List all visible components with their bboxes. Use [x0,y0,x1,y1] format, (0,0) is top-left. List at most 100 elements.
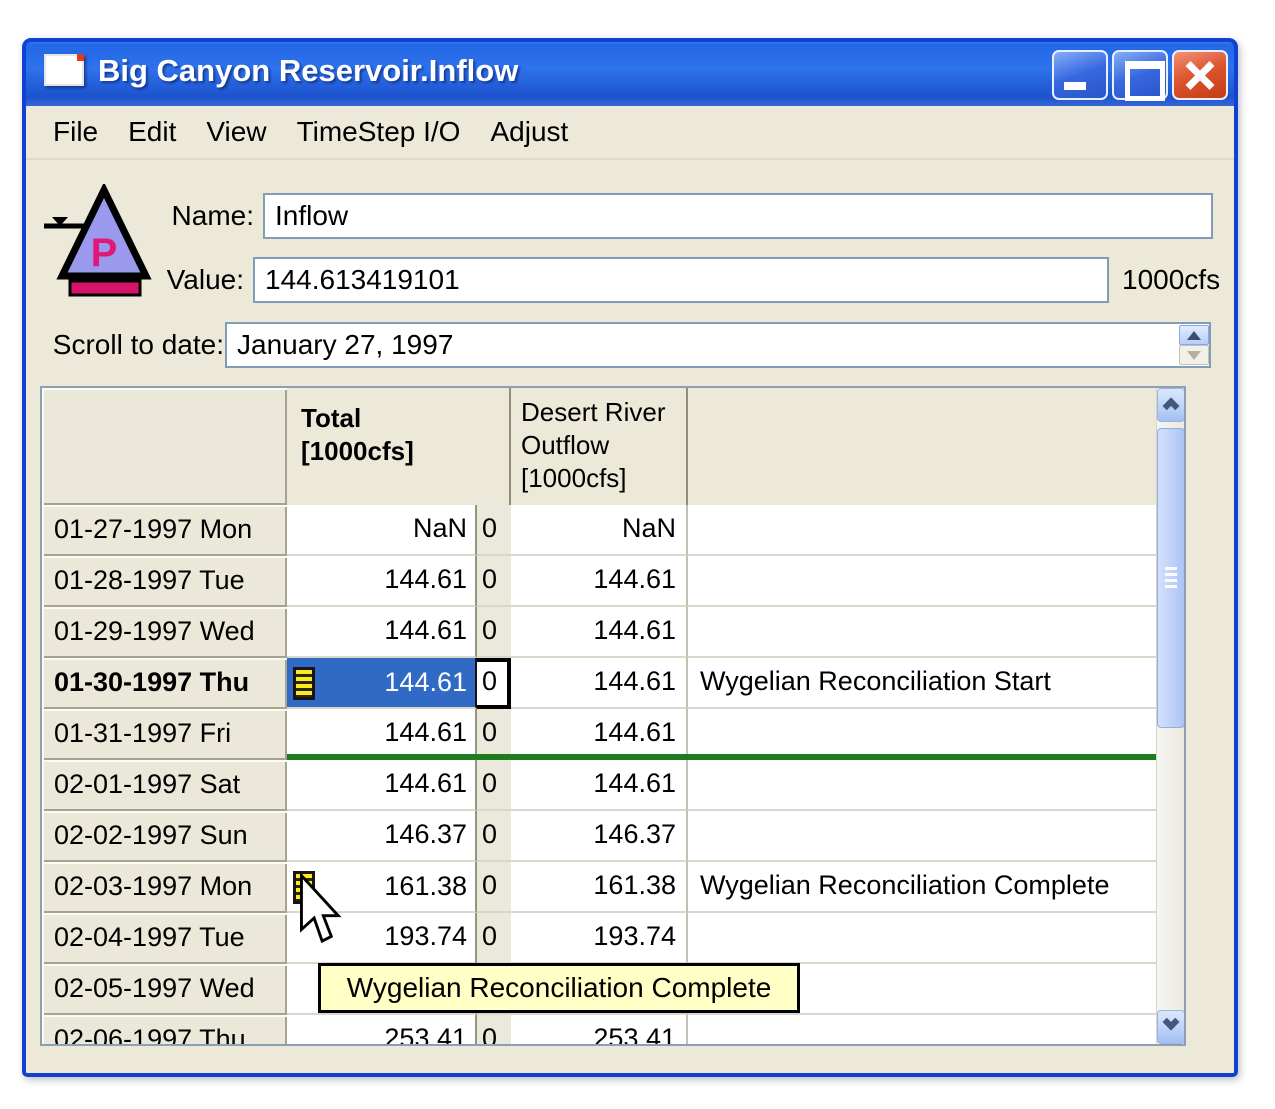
scrollbar-grip [1165,567,1177,591]
outflow-value-cell[interactable]: 253.41 [511,1015,688,1046]
table-row: 01-31-1997 Fri 144.610 144.61 [42,709,1156,760]
total-value-cell[interactable]: 146.37 [287,811,477,862]
outflow-value-cell[interactable]: 193.74 [511,913,688,964]
flag-cell[interactable]: 0 [477,556,511,607]
flag-cell[interactable]: 0 [477,607,511,658]
note-cell[interactable]: Wygelian Reconciliation Complete [688,862,1156,913]
note-cell[interactable] [688,505,1156,556]
outflow-value-cell[interactable]: 144.61 [511,607,688,658]
outflow-value-cell[interactable]: NaN [511,505,688,556]
note-icon[interactable] [293,667,315,700]
window-icon [44,54,84,86]
outflow-value-cell[interactable]: 144.61 [511,709,688,760]
scrollbar-up-button[interactable] [1157,388,1185,422]
flag-cell[interactable]: 0 [477,760,511,811]
table-row: 02-04-1997 Tue 193.740 193.74 [42,913,1156,964]
name-label: Name: [118,193,254,239]
total-value-cell[interactable]: 144.61 [287,760,477,811]
outflow-value-cell[interactable]: 146.37 [511,811,688,862]
row-date-cell[interactable]: 02-04-1997 Tue [42,913,287,964]
mouse-cursor-icon [298,874,344,946]
table-row-selected: 01-30-1997 Thu 144.61 0 144.61 Wygelian … [42,658,1156,709]
total-value-cell[interactable]: 144.61 [287,556,477,607]
flag-cell[interactable]: 0 [477,862,511,913]
window-title: Big Canyon Reservoir.Inflow [98,53,518,89]
total-value-cell[interactable]: 144.61 [287,607,477,658]
total-column-header[interactable]: Total [1000cfs] [287,388,511,505]
note-cell[interactable] [688,760,1156,811]
note-cell[interactable] [688,607,1156,658]
table-row: 02-06-1997 Thu 253.410 253.41 [42,1015,1156,1046]
table-row: 02-02-1997 Sun 146.370 146.37 [42,811,1156,862]
vertical-scrollbar[interactable] [1156,388,1184,1044]
notes-column-header [688,388,1156,505]
note-cell[interactable] [688,709,1156,760]
outflow-column-header[interactable]: Desert River Outflow [1000cfs] [511,388,688,505]
total-value-cell[interactable]: NaN [287,505,477,556]
row-date-cell[interactable]: 02-02-1997 Sun [42,811,287,862]
flag-cell[interactable]: 0 [477,913,511,964]
note-cell[interactable] [688,1015,1156,1046]
close-button[interactable] [1172,50,1228,100]
flag-cell[interactable]: 0 [477,658,511,709]
note-cell[interactable] [688,556,1156,607]
note-cell[interactable] [688,913,1156,964]
flag-cell[interactable]: 0 [477,1015,511,1046]
table-row: 02-03-1997 Mon 161.38 0 161.38 Wygelian … [42,862,1156,913]
flag-cell[interactable]: 0 [477,505,511,556]
timeseries-table: Total [1000cfs] Desert River Outflow [10… [40,386,1186,1046]
row-date-cell[interactable]: 02-05-1997 Wed [42,964,287,1015]
menu-bar: File Edit View TimeStep I/O Adjust [22,106,1238,160]
scrollbar-down-button[interactable] [1157,1010,1185,1044]
chevron-up-icon [1163,398,1180,415]
total-value: 161.38 [384,863,467,910]
row-date-cell[interactable]: 01-29-1997 Wed [42,607,287,658]
row-date-cell[interactable]: 02-03-1997 Mon [42,862,287,913]
total-value-cell[interactable]: 253.41 [287,1015,477,1046]
menu-file[interactable]: File [38,113,113,151]
outflow-value-cell[interactable]: 161.38 [511,862,688,913]
outflow-value-cell[interactable]: 144.61 [511,556,688,607]
flag-cell[interactable]: 0 [477,709,511,760]
value-field[interactable] [253,257,1109,303]
flag-cell[interactable]: 0 [477,811,511,862]
total-value-cell-selected[interactable]: 144.61 [287,658,477,709]
note-tooltip: Wygelian Reconciliation Complete [318,963,800,1013]
row-date-cell[interactable]: 01-31-1997 Fri [42,709,287,760]
outflow-value-cell[interactable]: 144.61 [511,760,688,811]
spinner-down-button[interactable] [1179,345,1209,365]
row-date-cell[interactable]: 02-01-1997 Sat [42,760,287,811]
menu-adjust[interactable]: Adjust [475,113,583,151]
title-bar[interactable]: Big Canyon Reservoir.Inflow [22,38,1238,106]
row-date-cell[interactable]: 02-06-1997 Thu [42,1015,287,1046]
table-row: 01-27-1997 Mon NaN0 NaN [42,505,1156,556]
maximize-button[interactable] [1112,50,1168,100]
outflow-value-cell[interactable]: 144.61 [511,658,688,709]
note-cell[interactable]: Wygelian Reconciliation Start [688,658,1156,709]
date-spinner [1179,325,1209,365]
row-date-cell[interactable]: 01-28-1997 Tue [42,556,287,607]
table-row: 01-28-1997 Tue 144.610 144.61 [42,556,1156,607]
timestep-divider-line [287,754,1156,760]
minimize-button[interactable] [1052,50,1108,100]
menu-timestep-io[interactable]: TimeStep I/O [282,113,476,151]
name-field[interactable] [263,193,1213,239]
date-column-header[interactable] [42,388,287,505]
unit-label: 1000cfs [1122,257,1220,303]
scrollbar-thumb[interactable] [1157,428,1185,728]
value-label: Value: [108,257,244,303]
total-value: 144.61 [384,659,467,706]
slot-viewer-window: Big Canyon Reservoir.Inflow File Edit Vi… [22,38,1238,1077]
menu-edit[interactable]: Edit [113,113,191,151]
table-row: 02-01-1997 Sat 144.610 144.61 [42,760,1156,811]
row-date-cell[interactable]: 01-30-1997 Thu [42,658,287,709]
scroll-to-date-label: Scroll to date: [40,322,224,368]
table-header-row: Total [1000cfs] Desert River Outflow [10… [42,388,1156,505]
row-date-cell[interactable]: 01-27-1997 Mon [42,505,287,556]
spinner-up-button[interactable] [1179,325,1209,345]
table-row: 01-29-1997 Wed 144.610 144.61 [42,607,1156,658]
menu-view[interactable]: View [191,113,281,151]
total-value-cell[interactable]: 144.61 [287,709,477,760]
scroll-to-date-field[interactable] [225,322,1211,368]
note-cell[interactable] [688,811,1156,862]
